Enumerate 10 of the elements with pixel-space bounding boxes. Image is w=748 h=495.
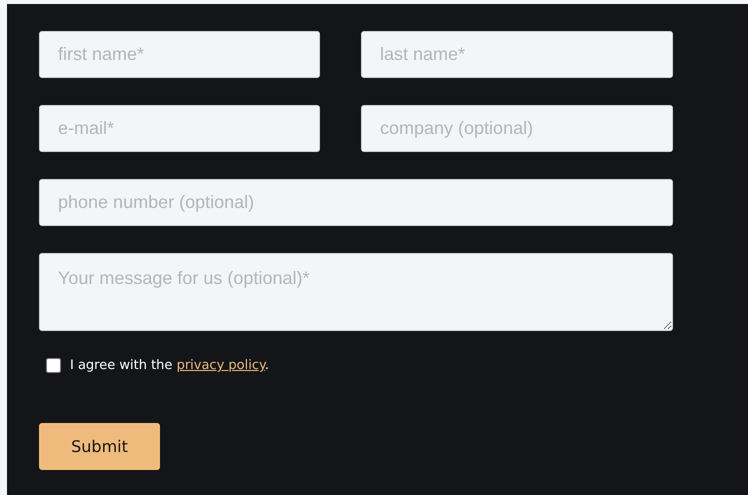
message-field[interactable]: Your message for us (optional)* bbox=[39, 253, 673, 331]
privacy-policy-link[interactable]: privacy policy bbox=[176, 358, 265, 373]
submit-button[interactable]: Submit bbox=[39, 423, 160, 470]
input-field[interactable]: company (optional) bbox=[361, 105, 673, 152]
checkbox[interactable] bbox=[46, 358, 61, 373]
input-field[interactable]: e-mail* bbox=[39, 105, 320, 152]
input-field[interactable]: last name* bbox=[361, 31, 673, 78]
input-field[interactable]: phone number (optional) bbox=[39, 179, 673, 226]
consent-text: I agree with the privacy policy. bbox=[70, 358, 269, 373]
input-field[interactable]: first name* bbox=[39, 31, 320, 78]
